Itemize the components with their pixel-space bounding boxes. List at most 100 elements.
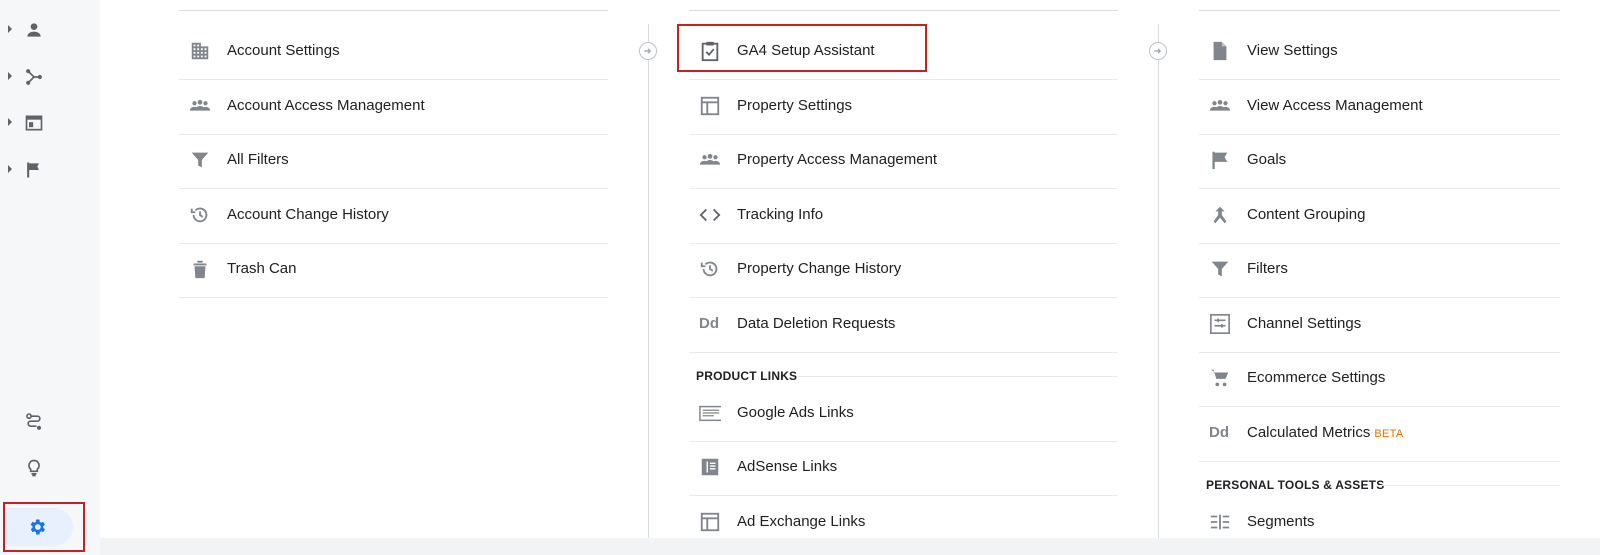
beta-badge: BETA	[1374, 428, 1404, 440]
people-icon	[699, 153, 721, 165]
column-top-divider	[1199, 10, 1560, 11]
acquisition-icon	[26, 69, 42, 85]
data-deletion-requests-label: Data Deletion Requests	[737, 315, 896, 332]
adsense-icon	[701, 458, 719, 476]
sidebar-item-acquisition[interactable]	[0, 57, 100, 97]
gear-icon	[30, 519, 45, 535]
caret-right-icon	[8, 72, 12, 80]
tracking-info-item[interactable]: Tracking Info	[689, 187, 1118, 244]
filters-label: Filters	[1247, 260, 1288, 277]
sidebar-item-admin[interactable]	[3, 502, 85, 552]
dd-icon-text: Dd	[699, 315, 719, 332]
channel-settings-label: Channel Settings	[1247, 315, 1362, 332]
sidebar-item-attribution[interactable]	[0, 402, 100, 442]
ecommerce-settings-label: Ecommerce Settings	[1247, 369, 1386, 386]
lightbulb-icon	[28, 459, 40, 477]
caret-right-icon	[8, 165, 12, 173]
arrow-right-icon	[639, 42, 657, 60]
arrow-right-icon	[1149, 42, 1167, 60]
account-access-management-item[interactable]: Account Access Management	[179, 78, 608, 135]
ecommerce-settings-item[interactable]: Ecommerce Settings	[1199, 350, 1560, 407]
goals-item[interactable]: Goals	[1199, 132, 1560, 189]
code-icon	[699, 208, 721, 222]
property-column: GA4 Setup Assistant Property Settings Pr…	[689, 0, 1118, 538]
document-icon	[1213, 41, 1227, 61]
sidebar-item-behavior[interactable]	[0, 103, 100, 143]
channel-icon	[1210, 314, 1230, 334]
route-icon	[26, 413, 42, 430]
view-column: View Settings View Access Management Goa…	[1199, 0, 1560, 538]
adsense-links-item[interactable]: AdSense Links	[689, 439, 1118, 496]
channel-settings-item[interactable]: Channel Settings	[1199, 296, 1560, 353]
history-icon	[700, 261, 718, 277]
calculated-metrics-label: Calculated Metrics BETA	[1247, 424, 1404, 441]
person-icon	[27, 23, 41, 37]
sidebar-item-conversions[interactable]	[0, 150, 100, 190]
left-nav-sidebar	[0, 0, 100, 555]
flag-icon	[1212, 151, 1228, 170]
people-icon	[1209, 99, 1231, 111]
google-ads-links-label: Google Ads Links	[737, 404, 854, 421]
layout-icon	[700, 96, 720, 116]
trash-can-label: Trash Can	[227, 260, 297, 277]
property-access-management-item[interactable]: Property Access Management	[689, 132, 1118, 189]
adexchange-icon	[700, 512, 720, 532]
account-settings-item[interactable]: Account Settings	[179, 23, 608, 80]
behavior-icon	[25, 115, 43, 131]
filter-icon	[1211, 261, 1229, 277]
account-access-management-label: Account Access Management	[227, 97, 425, 114]
column-divider	[648, 24, 649, 538]
calculated-metrics-text: Calculated Metrics	[1247, 424, 1371, 441]
segments-icon	[1210, 514, 1230, 530]
property-settings-item[interactable]: Property Settings	[689, 78, 1118, 135]
segments-item[interactable]: Segments	[1199, 494, 1560, 538]
property-settings-label: Property Settings	[737, 97, 853, 114]
data-deletion-requests-item[interactable]: Dd Data Deletion Requests	[689, 296, 1118, 353]
content-grouping-item[interactable]: Content Grouping	[1199, 187, 1560, 244]
ga4-setup-assistant-highlight	[677, 24, 927, 72]
account-settings-label: Account Settings	[227, 42, 340, 59]
filter-icon	[191, 152, 209, 168]
view-access-management-label: View Access Management	[1247, 97, 1423, 114]
calculated-metrics-item[interactable]: Dd Calculated Metrics BETA	[1199, 405, 1560, 462]
ad-exchange-links-item[interactable]: Ad Exchange Links	[689, 494, 1118, 538]
flag-icon	[27, 162, 39, 178]
column-top-divider	[179, 10, 608, 11]
view-settings-label: View Settings	[1247, 42, 1338, 59]
trash-can-item[interactable]: Trash Can	[179, 241, 608, 298]
dd-icon: Dd	[1209, 422, 1231, 444]
goals-label: Goals	[1247, 151, 1287, 168]
segments-label: Segments	[1247, 513, 1315, 530]
filters-item[interactable]: Filters	[1199, 241, 1560, 298]
cart-icon	[1210, 369, 1229, 387]
history-icon	[190, 207, 208, 223]
section-divider	[797, 376, 1118, 377]
building-icon	[191, 42, 209, 60]
account-change-history-label: Account Change History	[227, 206, 389, 223]
property-access-management-label: Property Access Management	[737, 151, 938, 168]
personal-tools-heading: PERSONAL TOOLS & ASSETS	[1206, 478, 1385, 492]
sidebar-item-discover[interactable]	[0, 448, 100, 488]
column-top-divider	[689, 10, 1118, 11]
horizontal-scrollbar[interactable]	[100, 538, 1600, 555]
account-column: Account Settings Account Access Manageme…	[179, 0, 608, 538]
dd-icon: Dd	[699, 313, 721, 335]
sidebar-item-audience[interactable]	[0, 10, 100, 50]
all-filters-item[interactable]: All Filters	[179, 132, 608, 189]
ads-icon	[699, 405, 721, 422]
property-change-history-item[interactable]: Property Change History	[689, 241, 1118, 298]
adsense-links-label: AdSense Links	[737, 458, 838, 475]
people-icon	[189, 99, 211, 111]
all-filters-label: All Filters	[227, 151, 289, 168]
google-ads-links-item[interactable]: Google Ads Links	[689, 385, 1118, 442]
tracking-info-label: Tracking Info	[737, 206, 824, 223]
account-change-history-item[interactable]: Account Change History	[179, 187, 608, 244]
property-change-history-label: Property Change History	[737, 260, 902, 277]
view-settings-item[interactable]: View Settings	[1199, 23, 1560, 80]
view-access-management-item[interactable]: View Access Management	[1199, 78, 1560, 135]
trash-icon	[193, 260, 207, 279]
caret-right-icon	[8, 118, 12, 126]
content-grouping-label: Content Grouping	[1247, 206, 1366, 223]
product-links-heading: PRODUCT LINKS	[696, 369, 798, 383]
merge-icon	[1213, 206, 1227, 224]
